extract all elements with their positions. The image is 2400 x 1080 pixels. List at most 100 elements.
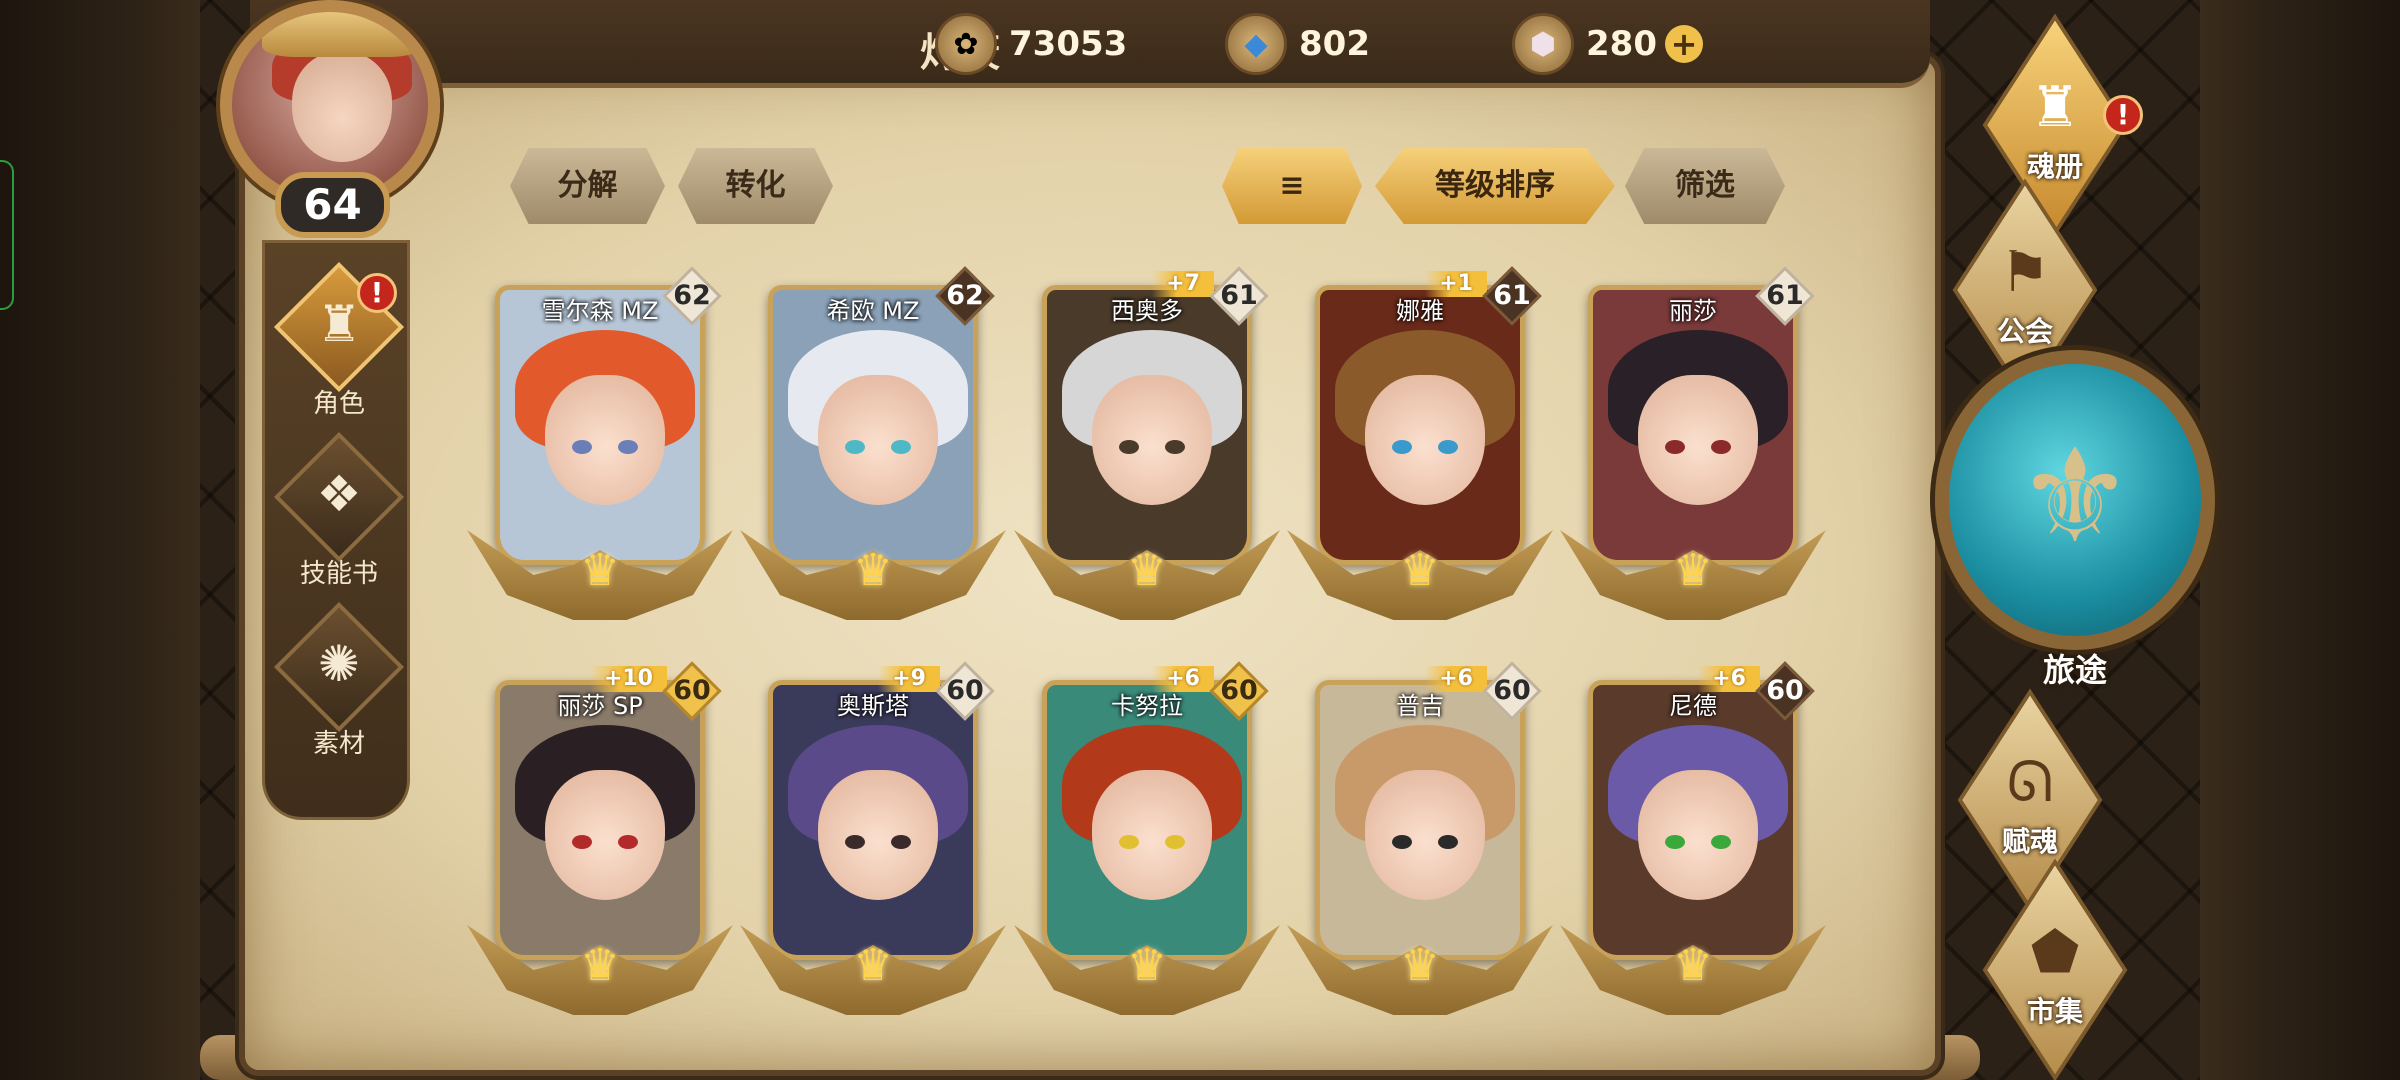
rank-crown-icon: ♛ (1400, 940, 1440, 991)
hero-enhance-badge: +6 (1698, 666, 1760, 692)
market-button[interactable]: ⬟ 市集 (1935, 858, 2175, 1080)
hero-card[interactable]: ♛ 卡努拉 +6 60 (1014, 661, 1280, 1035)
soul-infuse-button[interactable]: ᘏ 赋魂 (1910, 688, 2150, 912)
hero-level: 61 (1766, 280, 1804, 311)
hero-portrait-frame (1315, 680, 1525, 960)
hero-card[interactable]: ♛ 丽莎 61 (1560, 266, 1826, 640)
nav-label: 技能书 (299, 559, 378, 589)
hero-portrait-frame (768, 680, 978, 960)
rank-crown-icon: ♛ (1400, 545, 1440, 596)
material-icon: ✺ (318, 635, 360, 693)
hero-eye (1711, 835, 1731, 849)
hero-eye (1119, 835, 1139, 849)
hero-card[interactable]: ♛ 雪尔森 MZ 62 (467, 266, 733, 640)
hero-portrait-frame (1042, 285, 1252, 565)
add-gem-button[interactable]: + (1664, 25, 1703, 63)
hero-level: 60 (1766, 675, 1804, 706)
journey-emblem-icon: ⚜ (2016, 420, 2134, 572)
hero-level-badge: 60 (1209, 661, 1269, 721)
hero-eye (1438, 440, 1458, 454)
hero-enhance-badge: +10 (589, 666, 667, 692)
hero-card[interactable]: ♛ 娜雅 +1 61 (1287, 266, 1553, 640)
avatar-helmet (262, 12, 422, 57)
hero-level-badge: 61 (1209, 266, 1269, 326)
hero-eye (1711, 440, 1731, 454)
hero-card[interactable]: ♛ 普吉 +6 60 (1287, 661, 1553, 1035)
hero-level: 60 (673, 675, 711, 706)
sort-order-button[interactable]: ≡ (1222, 148, 1362, 224)
hero-level-badge: 60 (662, 661, 722, 721)
convert-button[interactable]: 转化 (678, 148, 833, 224)
gold-coin-icon: ✿ (935, 13, 997, 75)
hero-eye (618, 440, 638, 454)
hero-face (818, 375, 938, 505)
hero-portrait-frame (1315, 285, 1525, 565)
hero-eye (891, 440, 911, 454)
hero-eye (1438, 835, 1458, 849)
player-level-badge: 64 (275, 172, 390, 238)
hero-eye (1165, 835, 1185, 849)
gold-value: 73053 (1009, 24, 1128, 64)
hero-eye (1392, 835, 1412, 849)
rank-crown-icon: ♛ (1127, 545, 1167, 596)
hero-level: 62 (946, 280, 984, 311)
sort-by-level-button[interactable]: 等级排序 (1375, 148, 1615, 224)
hero-eye (845, 835, 865, 849)
hero-level: 60 (1493, 675, 1531, 706)
hero-portrait (1320, 685, 1520, 955)
alert-badge: ! (2103, 95, 2143, 135)
hero-face (545, 770, 665, 900)
hero-level-badge: 62 (662, 266, 722, 326)
right-border (2200, 0, 2400, 1080)
hero-eye (572, 440, 592, 454)
hero-level-badge: 60 (1755, 661, 1815, 721)
hero-portrait-frame (1588, 680, 1798, 960)
gem-icon: ⬢ (1512, 13, 1574, 75)
rank-crown-icon: ♛ (1127, 940, 1167, 991)
player-avatar[interactable]: 64 (195, 0, 475, 238)
hero-portrait (500, 685, 700, 955)
guild-banner-icon: ⚑ (1999, 240, 2051, 305)
hero-card[interactable]: ♛ 西奥多 +7 61 (1014, 266, 1280, 640)
hero-portrait-frame (495, 285, 705, 565)
crystal-resource[interactable]: ◆ 802 (1225, 13, 1370, 75)
hero-eye (1392, 440, 1412, 454)
hero-eye (1119, 440, 1139, 454)
hero-level-badge: 61 (1482, 266, 1542, 326)
hero-card[interactable]: ♛ 尼德 +6 60 (1560, 661, 1826, 1035)
gem-resource[interactable]: ⬢ 280 + (1512, 13, 1703, 75)
hero-face (1092, 375, 1212, 505)
hero-portrait (500, 290, 700, 560)
gold-resource[interactable]: ✿ 73053 (935, 13, 1128, 75)
nav-item-character[interactable]: ♜ 角色 ! (265, 261, 413, 433)
hero-portrait (773, 290, 973, 560)
soul-book-button[interactable]: ♜ 魂册 ! (1935, 13, 2175, 237)
hero-portrait-frame (768, 285, 978, 565)
hero-card[interactable]: ♛ 希欧 MZ 62 (740, 266, 1006, 640)
filter-button[interactable]: 筛选 (1625, 148, 1785, 224)
hero-enhance-badge: +9 (878, 666, 940, 692)
hero-eye (618, 835, 638, 849)
journey-button[interactable]: ⚜ 旅途 (1935, 350, 2215, 720)
hero-enhance-badge: +6 (1152, 666, 1214, 692)
rank-crown-icon: ♛ (853, 940, 893, 991)
hero-level-badge: 60 (935, 661, 995, 721)
market-label: 市集 (2026, 995, 2083, 1028)
soul-infuse-label: 赋魂 (2001, 825, 2058, 858)
hero-face (1638, 375, 1758, 505)
edge-handle[interactable] (0, 160, 14, 310)
decompose-button[interactable]: 分解 (510, 148, 665, 224)
hero-face (545, 375, 665, 505)
hero-face (1365, 770, 1485, 900)
hero-card[interactable]: ♛ 奥斯塔 +9 60 (740, 661, 1006, 1035)
rank-crown-icon: ♛ (853, 545, 893, 596)
hero-card[interactable]: ♛ 丽莎 SP +10 60 (467, 661, 733, 1035)
hero-eye (1665, 835, 1685, 849)
crystal-value: 802 (1299, 24, 1370, 64)
nav-item-skill-book[interactable]: ❖ 技能书 (265, 431, 413, 603)
guild-button[interactable]: ⚑ 公会 (1905, 178, 2145, 402)
left-border (0, 0, 200, 1080)
hero-portrait-frame (495, 680, 705, 960)
nav-item-material[interactable]: ✺ 素材 (265, 601, 413, 773)
sort-icon: ≡ (1279, 168, 1305, 203)
